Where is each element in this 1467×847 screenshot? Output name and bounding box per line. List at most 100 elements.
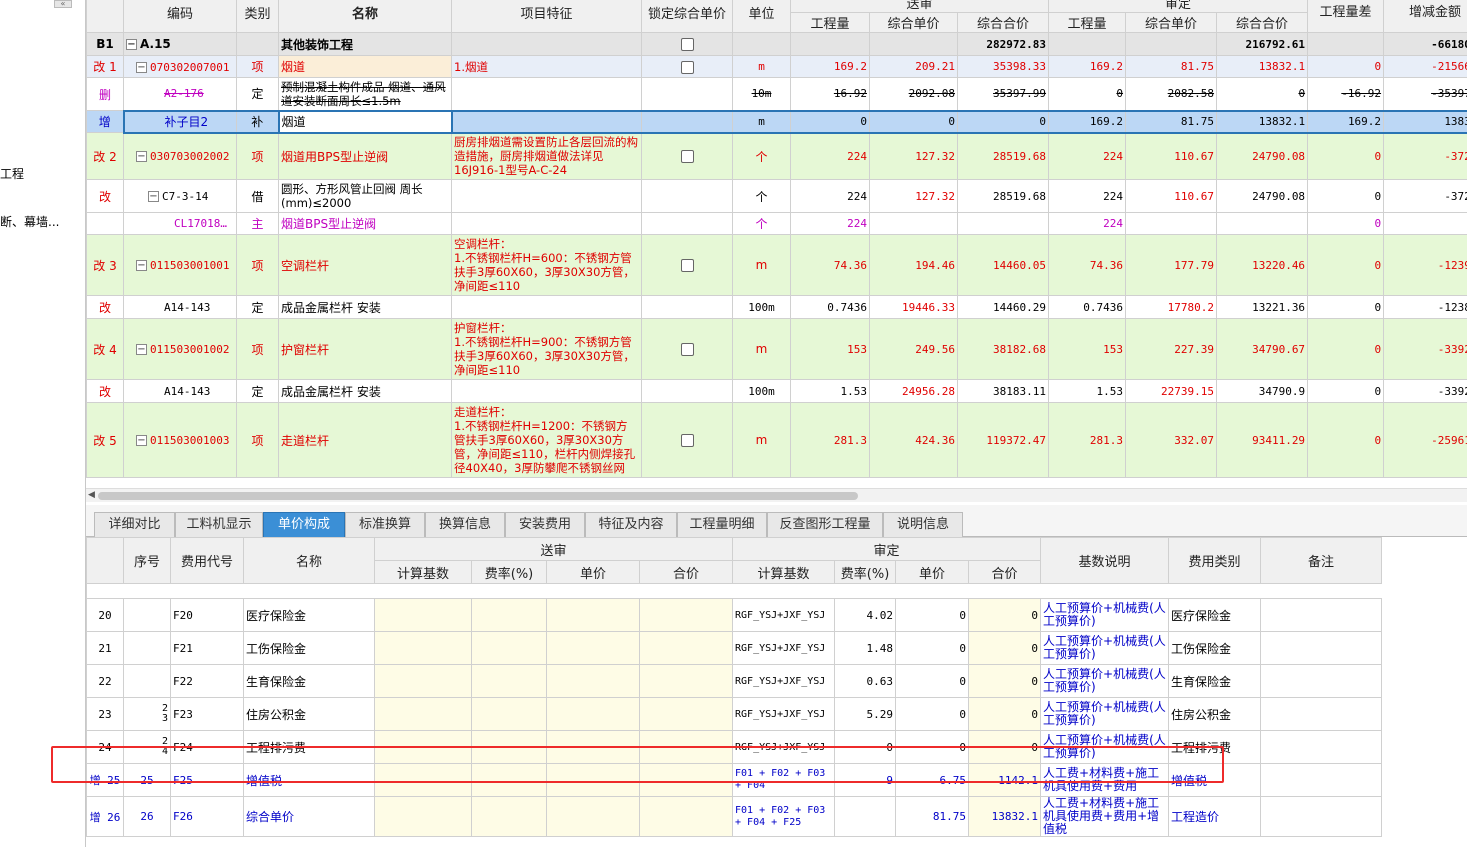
- name-cell[interactable]: 空调栏杆: [278, 234, 452, 296]
- table-row[interactable]: CL17018… 主 烟道BPS型止逆阀 个 224 224 0: [86, 212, 1467, 235]
- col-approved-total-header[interactable]: 综合合价: [1216, 12, 1309, 33]
- approved-rate[interactable]: [834, 796, 897, 837]
- col-lock-header[interactable]: 锁定综合单价: [641, 0, 733, 33]
- col-approved-price-header[interactable]: 单价: [895, 560, 970, 584]
- table-row[interactable]: 改 − C7-3-14 借 圆形、方形风管止回阀 周长(mm)≤2000 个 22…: [86, 179, 1467, 213]
- sent-rate[interactable]: [471, 763, 547, 797]
- feature-cell[interactable]: 1.烟道: [451, 55, 642, 78]
- fee-name-cell[interactable]: 生育保险金: [243, 664, 375, 698]
- remark-cell[interactable]: [1260, 796, 1383, 837]
- col-name-header[interactable]: 名称: [243, 537, 375, 584]
- tab-installation-fee[interactable]: 安装费用: [505, 512, 585, 537]
- name-cell[interactable]: 烟道BPS型止逆阀: [278, 212, 452, 235]
- name-cell[interactable]: 预制混凝土构件成品 烟道、通风道安装断面周长≤1.5m: [278, 77, 452, 111]
- sent-base[interactable]: [374, 697, 472, 731]
- tab-quantity-detail[interactable]: 工程量明细: [677, 512, 767, 537]
- approved-base[interactable]: F01 + F02 + F03 + F04 + F25: [732, 796, 836, 837]
- approved-rate[interactable]: 4.02: [834, 598, 897, 632]
- table-row-added[interactable]: 增 26 26 F26 综合单价 F01 + F02 + F03 + F04 +…: [86, 796, 1383, 837]
- tree-item-1[interactable]: 工程: [0, 165, 24, 182]
- col-fee-code-header[interactable]: 费用代号: [170, 537, 244, 584]
- sent-base[interactable]: [374, 730, 472, 764]
- approved-rate[interactable]: 0: [834, 730, 897, 764]
- table-row[interactable]: 改 3 −011503001001 项 空调栏杆 空调栏杆： 1.不锈钢栏杆H=…: [86, 234, 1467, 296]
- horizontal-scrollbar[interactable]: ◀: [86, 488, 1467, 502]
- col-sent-price-header[interactable]: 单价: [546, 560, 640, 584]
- table-row-selected[interactable]: 增 补子目2 补 烟道 m 0 0 0 169.2 81.75 13832.1 …: [86, 109, 1467, 134]
- sent-rate[interactable]: [471, 598, 547, 632]
- col-sent-base-header[interactable]: 计算基数: [374, 560, 472, 584]
- tab-features-content[interactable]: 特征及内容: [585, 512, 677, 537]
- name-cell[interactable]: 圆形、方形风管止回阀 周长(mm)≤2000: [278, 179, 452, 213]
- approved-rate[interactable]: 1.48: [834, 631, 897, 665]
- col-approved-total-header[interactable]: 合价: [968, 560, 1042, 584]
- sent-base[interactable]: [374, 598, 472, 632]
- lock-checkbox[interactable]: [680, 343, 694, 356]
- sent-rate[interactable]: [471, 730, 547, 764]
- collapse-pane-button[interactable]: «: [54, 0, 72, 8]
- table-row[interactable]: B1 − A.15 其他装饰工程 282972.83 216792.61 -661…: [86, 32, 1467, 56]
- lock-checkbox[interactable]: [680, 38, 694, 51]
- col-seq-header[interactable]: 序号: [123, 537, 171, 584]
- lock-checkbox[interactable]: [680, 434, 694, 447]
- approved-rate[interactable]: 9: [834, 763, 897, 797]
- collapse-icon[interactable]: −: [136, 151, 147, 163]
- approved-base[interactable]: RGF_YSJ+JXF_YSJ: [732, 730, 836, 764]
- col-type-header[interactable]: 类别: [236, 0, 279, 33]
- lock-checkbox[interactable]: [680, 259, 694, 272]
- col-sent-price-header[interactable]: 综合单价: [869, 12, 958, 33]
- name-cell[interactable]: 护窗栏杆: [278, 318, 452, 380]
- col-code-header[interactable]: 编码: [123, 0, 237, 33]
- name-cell[interactable]: 成品金属栏杆 安装: [278, 295, 452, 319]
- collapse-icon[interactable]: −: [126, 39, 137, 50]
- name-cell[interactable]: 成品金属栏杆 安装: [278, 379, 452, 403]
- approved-base[interactable]: RGF_YSJ+JXF_YSJ: [732, 664, 836, 698]
- table-row-added[interactable]: 增 25 25 F25 增值税 F01 + F02 + F03 + F04 9 …: [86, 763, 1383, 797]
- tab-material-display[interactable]: 工料机显示: [175, 512, 263, 537]
- sent-rate[interactable]: [471, 697, 547, 731]
- col-approved-qty-header[interactable]: 工程量: [1048, 12, 1127, 33]
- table-row[interactable]: 改 A14-143 定 成品金属栏杆 安装 100m 1.53 24956.28…: [86, 379, 1467, 403]
- remark-cell[interactable]: [1260, 697, 1383, 731]
- col-approved-rate-header[interactable]: 费率(%): [834, 560, 897, 584]
- tree-item-2[interactable]: 断、幕墙...: [0, 213, 59, 230]
- collapse-icon[interactable]: −: [136, 260, 147, 271]
- fee-name-cell[interactable]: 工伤保险金: [243, 631, 375, 665]
- feature-cell[interactable]: [451, 109, 642, 134]
- feature-cell[interactable]: 厨房排烟道需设置防止各层回流的构造措施，厨房排烟道做法详见16J916-1型号A…: [451, 132, 642, 180]
- col-base-desc-header[interactable]: 基数说明: [1040, 537, 1170, 584]
- tab-conversion-info[interactable]: 换算信息: [425, 512, 505, 537]
- table-row[interactable]: 改 A14-143 定 成品金属栏杆 安装 100m 0.7436 19446.…: [86, 295, 1467, 319]
- col-name-header[interactable]: 名称: [278, 0, 452, 33]
- tab-detail-compare[interactable]: 详细对比: [94, 512, 175, 537]
- feature-cell[interactable]: 走道栏杆： 1.不锈钢栏杆H=1200：不锈钢方管扶手3厚60X60，3厚30X…: [451, 402, 642, 478]
- col-sent-qty-header[interactable]: 工程量: [790, 12, 870, 33]
- col-fee-cat-header[interactable]: 费用类别: [1168, 537, 1262, 584]
- table-row[interactable]: 20 F20 医疗保险金 RGF_YSJ+JXF_YSJ 4.02 0 0 人工…: [86, 598, 1383, 632]
- sent-base[interactable]: [374, 664, 472, 698]
- col-remark-header[interactable]: 备注: [1260, 537, 1383, 584]
- fee-name-cell[interactable]: 增值税: [243, 763, 375, 797]
- lock-checkbox[interactable]: [680, 150, 694, 164]
- sent-base[interactable]: [374, 796, 472, 837]
- approved-rate[interactable]: 5.29: [834, 697, 897, 731]
- feature-cell[interactable]: 空调栏杆： 1.不锈钢栏杆H=600：不锈钢方管扶手3厚60X60，3厚30X3…: [451, 234, 642, 296]
- col-approved-price-header[interactable]: 综合单价: [1125, 12, 1218, 33]
- feature-cell[interactable]: 护窗栏杆： 1.不锈钢栏杆H=900：不锈钢方管扶手3厚60X60，3厚30X3…: [451, 318, 642, 380]
- col-qty-diff-header[interactable]: 工程量差: [1307, 0, 1385, 33]
- lock-checkbox[interactable]: [680, 60, 694, 74]
- col-sent-total-header[interactable]: 合价: [638, 560, 734, 584]
- remark-cell[interactable]: [1260, 664, 1383, 698]
- collapse-icon[interactable]: −: [136, 344, 147, 355]
- approved-base[interactable]: F01 + F02 + F03 + F04: [732, 763, 836, 797]
- table-row[interactable]: 删 A2-176 定 预制混凝土构件成品 烟道、通风道安装断面周长≤1.5m 1…: [86, 77, 1467, 111]
- col-approved-base-header[interactable]: 计算基数: [732, 560, 836, 584]
- collapse-icon[interactable]: −: [136, 435, 147, 446]
- table-row[interactable]: 24 2 4 F24 工程排污费 RGF_YSJ+JXF_YSJ 0 0 0 人…: [86, 730, 1383, 764]
- collapse-icon[interactable]: −: [148, 191, 159, 202]
- table-row[interactable]: 22 F22 生育保险金 RGF_YSJ+JXF_YSJ 0.63 0 0 人工…: [86, 664, 1383, 698]
- col-amount-change-header[interactable]: 增减金额: [1383, 0, 1467, 33]
- col-sent-rate-header[interactable]: 费率(%): [471, 560, 547, 584]
- fee-name-cell[interactable]: 住房公积金: [243, 697, 375, 731]
- approved-base[interactable]: RGF_YSJ+JXF_YSJ: [732, 697, 836, 731]
